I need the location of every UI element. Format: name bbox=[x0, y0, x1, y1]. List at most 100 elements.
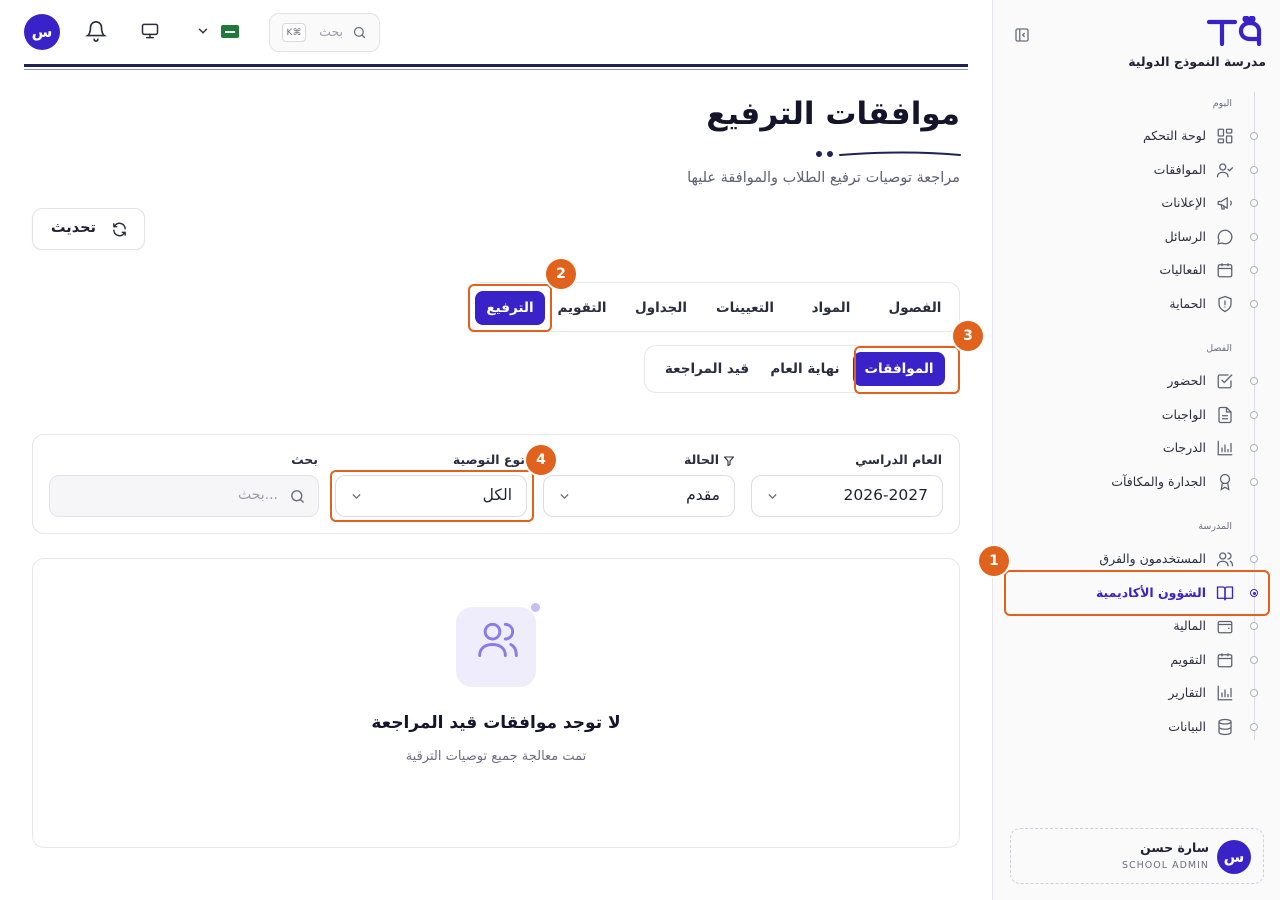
user-profile-card[interactable]: س سارة حسن SCHOOL ADMIN bbox=[1010, 828, 1264, 884]
user-role: SCHOOL ADMIN bbox=[1122, 860, 1209, 871]
user-name: سارة حسن bbox=[1140, 840, 1209, 855]
sidebar-item-data[interactable]: البيانات bbox=[992, 713, 1280, 741]
rail-dot bbox=[1250, 478, 1258, 486]
bar-chart-icon bbox=[1216, 684, 1234, 702]
sidebar-item-label: الحضور bbox=[1167, 373, 1206, 388]
sidebar-item-reports[interactable]: التقارير bbox=[992, 679, 1280, 707]
sidebar-item-dashboard[interactable]: لوحة التحكم bbox=[992, 122, 1280, 150]
chevron-down-icon bbox=[766, 490, 779, 503]
tab-classes[interactable]: الفصول bbox=[879, 291, 951, 325]
approvals-empty-state: لا توجد موافقات قيد المراجعة تمت معالجة … bbox=[32, 558, 960, 848]
search-filter-label: بحث bbox=[291, 452, 318, 467]
rail-dot bbox=[1250, 689, 1258, 697]
tab-calendar[interactable]: التقويم bbox=[547, 291, 617, 325]
calendar-grid-icon bbox=[1216, 261, 1234, 279]
refresh-button[interactable]: تحديث bbox=[32, 208, 145, 250]
status-filter-label: الحالة bbox=[684, 452, 719, 467]
rail-dot bbox=[1250, 377, 1258, 385]
annotation-highlight-academics bbox=[1004, 570, 1270, 616]
rail-dot bbox=[1250, 622, 1258, 630]
sidebar-item-label: البيانات bbox=[1168, 719, 1206, 734]
sidebar-item-label: الرسائل bbox=[1164, 229, 1206, 244]
shield-icon bbox=[1216, 295, 1234, 313]
tab-end-of-year[interactable]: نهاية العام bbox=[759, 352, 851, 386]
refresh-label: تحديث bbox=[50, 220, 96, 236]
recommendation-type-label: نوع التوصية bbox=[452, 452, 525, 467]
sidebar-collapse-icon[interactable] bbox=[1013, 26, 1031, 44]
selected-value: مقدم bbox=[686, 486, 720, 504]
tab-subjects[interactable]: المواد bbox=[799, 291, 863, 325]
sidebar-item-merit[interactable]: الجدارة والمكافآت bbox=[992, 468, 1280, 496]
section-label-school: المدرسة bbox=[1198, 521, 1232, 532]
message-icon bbox=[1216, 228, 1234, 246]
document-icon bbox=[1216, 406, 1234, 424]
sidebar-item-announcements[interactable]: الإعلانات bbox=[992, 189, 1280, 217]
sidebar-item-label: الجدارة والمكافآت bbox=[1111, 474, 1206, 489]
sidebar-item-assignments[interactable]: الواجبات bbox=[992, 401, 1280, 429]
avatar[interactable]: س bbox=[24, 14, 60, 50]
sidebar: مدرسة النموذج الدولية اليوم لوحة التحكم … bbox=[992, 0, 1280, 900]
sidebar-item-calendar[interactable]: التقويم bbox=[992, 646, 1280, 674]
decorative-dot bbox=[531, 603, 540, 612]
chevron-down-icon bbox=[558, 490, 571, 503]
year-filter-label: العام الدراسي bbox=[855, 452, 942, 467]
status-select[interactable]: مقدم bbox=[543, 475, 735, 517]
bell-icon[interactable] bbox=[85, 20, 107, 42]
annotation-highlight-promotion-tab bbox=[468, 284, 552, 332]
empty-state-subtitle: تمت معالجة جميع توصيات الترقية bbox=[405, 749, 587, 764]
sidebar-item-protection[interactable]: الحماية bbox=[992, 290, 1280, 318]
academic-year-select[interactable]: 2026-2027 bbox=[751, 475, 943, 517]
refresh-icon bbox=[111, 221, 128, 238]
rail-dot bbox=[1250, 300, 1258, 308]
search-input[interactable]: بحث... bbox=[49, 475, 319, 517]
rail-dot bbox=[1250, 444, 1258, 452]
section-label-today: اليوم bbox=[1212, 98, 1232, 109]
school-name: مدرسة النموذج الدولية bbox=[1128, 54, 1266, 69]
sidebar-item-events[interactable]: الفعاليات bbox=[992, 256, 1280, 284]
search-placeholder: بحث bbox=[319, 24, 343, 39]
sidebar-item-finance[interactable]: المالية bbox=[992, 612, 1280, 640]
sidebar-item-label: الواجبات bbox=[1161, 407, 1206, 422]
sidebar-item-approvals[interactable]: الموافقات bbox=[992, 156, 1280, 184]
sidebar-item-grades[interactable]: الدرجات bbox=[992, 434, 1280, 462]
selected-value: 2026-2027 bbox=[843, 486, 929, 504]
sidebar-item-label: الموافقات bbox=[1153, 162, 1206, 177]
page-subtitle: مراجعة توصيات ترفيع الطلاب والموافقة علي… bbox=[687, 170, 960, 186]
saudi-flag-icon[interactable] bbox=[221, 25, 239, 38]
dashboard-icon bbox=[1216, 127, 1234, 145]
sidebar-item-label: المستخدمون والفرق bbox=[1099, 551, 1206, 566]
bar-chart-icon bbox=[1216, 439, 1234, 457]
global-search-input[interactable]: K⌘ بحث bbox=[269, 13, 380, 52]
rail-dot bbox=[1250, 132, 1258, 140]
database-icon bbox=[1216, 718, 1234, 736]
award-icon bbox=[1216, 473, 1234, 491]
chevron-down-icon[interactable] bbox=[196, 24, 210, 38]
header-divider-thin bbox=[24, 69, 968, 70]
annotation-highlight-approvals-tab bbox=[854, 346, 960, 394]
users-icon bbox=[478, 622, 518, 657]
annotation-badge-1: 1 bbox=[979, 546, 1009, 576]
search-icon bbox=[289, 488, 306, 505]
calendar-icon bbox=[1216, 651, 1234, 669]
tab-under-review[interactable]: قيد المراجعة bbox=[655, 352, 759, 386]
sidebar-item-label: التقويم bbox=[1170, 652, 1206, 667]
annotation-badge-2: 2 bbox=[546, 259, 576, 289]
rail-dot bbox=[1250, 656, 1258, 664]
tab-assignments[interactable]: التعيينات bbox=[699, 291, 791, 325]
annotation-badge-3: 3 bbox=[953, 321, 983, 351]
sidebar-item-label: التقارير bbox=[1168, 685, 1206, 700]
rail-dot bbox=[1250, 411, 1258, 419]
monitor-icon[interactable] bbox=[140, 21, 160, 41]
header-divider bbox=[24, 64, 968, 67]
rail-dot bbox=[1250, 233, 1258, 241]
tab-schedules[interactable]: الجداول bbox=[621, 291, 701, 325]
sidebar-item-attendance[interactable]: الحضور bbox=[992, 367, 1280, 395]
rail-dot bbox=[1250, 555, 1258, 563]
school-logo-icon bbox=[1206, 16, 1262, 50]
search-icon bbox=[352, 25, 367, 40]
empty-state-title: لا توجد موافقات قيد المراجعة bbox=[371, 713, 621, 733]
sidebar-item-users-teams[interactable]: المستخدمون والفرق bbox=[992, 545, 1280, 573]
sidebar-item-messages[interactable]: الرسائل bbox=[992, 223, 1280, 251]
megaphone-icon bbox=[1216, 194, 1234, 212]
sidebar-item-label: الحماية bbox=[1169, 296, 1206, 311]
